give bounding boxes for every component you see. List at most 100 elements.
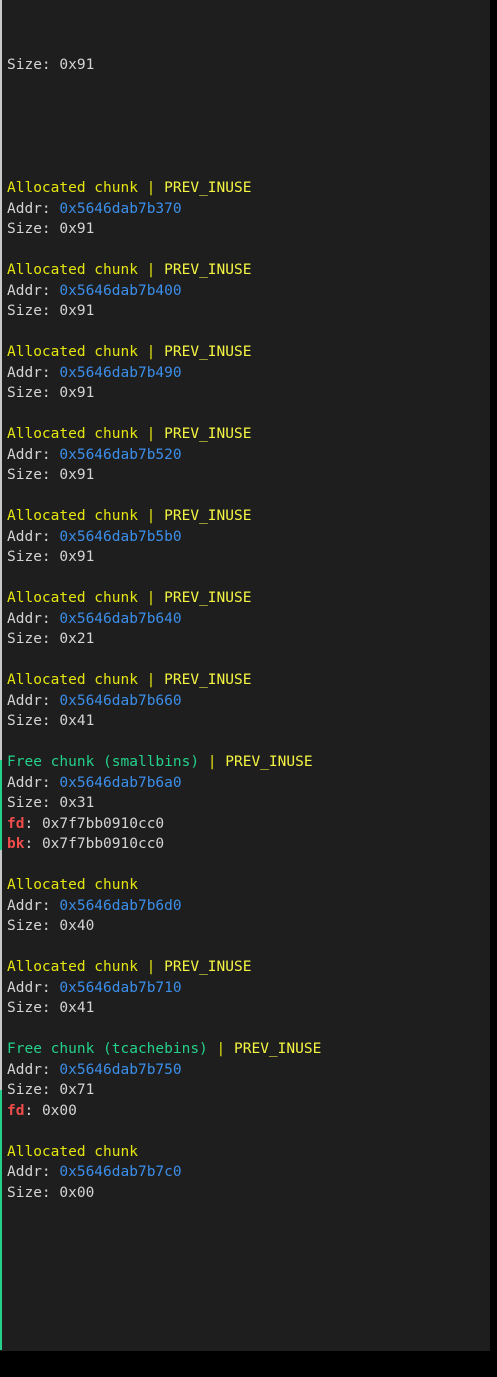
- allocated-chunk: Allocated chunk | PREV_INUSE Addr: 0x5646…: [7, 424, 321, 486]
- size-value: 0x40: [59, 918, 95, 934]
- chunk-size-line: Size: 0x71: [7, 1080, 321, 1101]
- chunk-flag: PREV_INUSE: [164, 344, 252, 360]
- chunk-separator: |: [137, 344, 165, 360]
- addr-value: 0x5646dab7b660: [59, 692, 182, 709]
- fd-value: 0x00: [41, 1102, 77, 1119]
- addr-value: 0x5646dab7b6a0: [59, 774, 182, 791]
- chunk-title: Allocated chunk: [7, 180, 138, 196]
- chunk-title: Free chunk (tcachebins): [7, 1041, 208, 1057]
- size-value: 0x91: [59, 221, 95, 237]
- addr-label: Addr:: [7, 282, 60, 299]
- gutter-segment-allocated: [0, 850, 2, 1090]
- allocated-chunk: Allocated chunk | PREV_INUSE Addr: 0x5646…: [7, 342, 321, 404]
- chunk-addr-line: Addr: 0x5646dab7b490: [7, 363, 321, 384]
- chunk-flag: PREV_INUSE: [234, 1041, 322, 1057]
- addr-label: Addr:: [7, 1164, 60, 1180]
- chunk-addr-line: Addr: 0x5646dab7b640: [7, 609, 321, 630]
- chunk-addr-line: Addr: 0x5646dab7b710: [7, 978, 321, 999]
- size-label: Size:: [7, 918, 60, 934]
- chunk-flag: PREV_INUSE: [164, 508, 252, 524]
- free-chunk: Free chunk (tcachebins) | PREV_INUSE Addr…: [7, 1039, 321, 1121]
- addr-value: 0x5646dab7b520: [59, 446, 182, 463]
- allocated-chunk: Allocated chunk | PREV_INUSE Addr: 0x5646…: [7, 588, 321, 650]
- allocated-chunk: Allocated chunk Addr: 0x5646dab7b7c0 Size:…: [7, 1142, 321, 1204]
- chunk-flag: PREV_INUSE: [164, 590, 252, 606]
- size-value: 0x91: [59, 549, 95, 565]
- fd-value: 0x7f7bb0910cc0: [41, 815, 165, 832]
- size-value: 0x21: [59, 631, 95, 647]
- chunk-flag: PREV_INUSE: [164, 426, 252, 442]
- addr-label: Addr:: [7, 610, 60, 627]
- chunk-separator: |: [199, 754, 226, 770]
- chunk-separator: |: [207, 1041, 234, 1057]
- size-label: Size:: [7, 631, 60, 647]
- chunk-addr-line: Addr: 0x5646dab7b6d0: [7, 896, 321, 917]
- chunk-title-line: Allocated chunk | PREV_INUSE: [7, 670, 321, 691]
- chunk-size-line: Size: 0x91: [7, 301, 321, 322]
- size-label: Size:: [7, 467, 60, 483]
- chunk-size-line: Size: 0x40: [7, 916, 321, 937]
- size-label: Size:: [7, 795, 60, 811]
- chunk-size-line: Size: 0x91: [7, 547, 321, 568]
- chunk-title: Allocated chunk: [7, 1143, 138, 1160]
- size-value: 0x91: [59, 467, 95, 483]
- addr-label: Addr:: [7, 979, 60, 996]
- chunk-title-line: Allocated chunk: [7, 1142, 321, 1163]
- size-value: 0x41: [59, 713, 95, 729]
- chunk-size-line: Size: 0x91: [7, 383, 321, 404]
- gutter: [0, 0, 3, 1351]
- chunk-separator: |: [137, 672, 165, 688]
- chunk-flag: PREV_INUSE: [164, 180, 252, 196]
- chunk-addr-line: Addr: 0x5646dab7b400: [7, 281, 321, 302]
- chunk-size-line: Size: 0x91: [7, 465, 321, 486]
- terminal-panel: Size: 0x91 Allocated chunk | PREV_INUSE A…: [0, 0, 490, 1351]
- chunk-separator: |: [137, 959, 165, 975]
- addr-value: 0x5646dab7b7c0: [59, 1164, 182, 1180]
- chunk-fd-line: fd: 0x00: [7, 1101, 321, 1122]
- size-value: 0x91: [59, 57, 95, 73]
- addr-label: Addr:: [7, 1061, 60, 1078]
- chunk-fd-line: fd: 0x7f7bb0910cc0: [7, 814, 321, 835]
- chunk-addr-line: Addr: 0x5646dab7b7c0: [7, 1162, 321, 1183]
- size-value: 0x41: [59, 1000, 95, 1016]
- chunk-title-line: Allocated chunk: [7, 875, 321, 896]
- size-label: Size:: [7, 549, 60, 565]
- addr-label: Addr:: [7, 528, 60, 545]
- chunk-title-line: Free chunk (tcachebins) | PREV_INUSE: [7, 1039, 321, 1060]
- chunk-title: Allocated chunk: [7, 262, 138, 278]
- addr-value: 0x5646dab7b490: [59, 364, 182, 381]
- heap-output: Size: 0x91 Allocated chunk | PREV_INUSE A…: [7, 14, 321, 1224]
- allocated-chunk: Allocated chunk | PREV_INUSE Addr: 0x5646…: [7, 260, 321, 322]
- chunk-flag: PREV_INUSE: [164, 959, 252, 975]
- allocated-chunk: Allocated chunk Addr: 0x5646dab7b6d0 Size:…: [7, 875, 321, 937]
- size-label: Size:: [7, 1000, 60, 1016]
- chunk-title: Allocated chunk: [7, 344, 138, 360]
- allocated-chunk: Allocated chunk | PREV_INUSE Addr: 0x5646…: [7, 506, 321, 568]
- addr-value: 0x5646dab7b400: [59, 282, 182, 299]
- bk-label: bk: [7, 836, 25, 852]
- chunk-flag: PREV_INUSE: [164, 262, 252, 278]
- chunk-addr-line: Addr: 0x5646dab7b6a0: [7, 773, 321, 794]
- chunk-size-line: Size: 0x41: [7, 998, 321, 1019]
- chunk-separator: |: [137, 262, 165, 278]
- gutter-segment-allocated: [0, 0, 2, 760]
- chunk-title: Allocated chunk: [7, 426, 138, 442]
- size-label: Size:: [7, 713, 60, 729]
- chunk-flag: PREV_INUSE: [225, 754, 313, 770]
- chunk-title-line: Allocated chunk | PREV_INUSE: [7, 957, 321, 978]
- chunk-size-line: Size: 0x91: [7, 219, 321, 240]
- size-label: Size:: [7, 221, 60, 237]
- bk-colon: :: [24, 836, 42, 852]
- size-value: 0x31: [59, 795, 95, 811]
- chunk-title-line: Allocated chunk | PREV_INUSE: [7, 178, 321, 199]
- chunk-title: Free chunk (smallbins): [7, 754, 200, 770]
- allocated-chunk: Allocated chunk | PREV_INUSE Addr: 0x5646…: [7, 957, 321, 1019]
